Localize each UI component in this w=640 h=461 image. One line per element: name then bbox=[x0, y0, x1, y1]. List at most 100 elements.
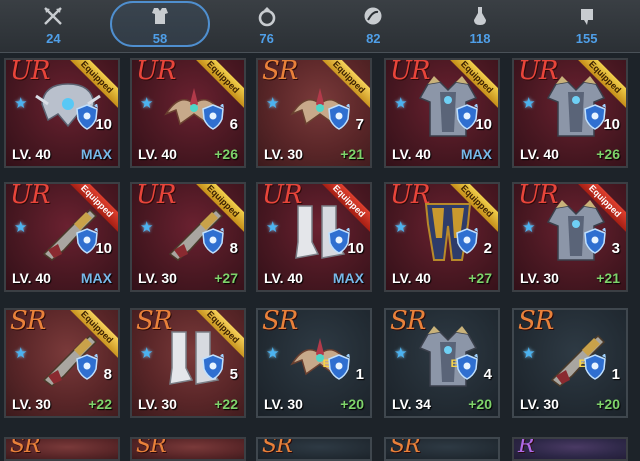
item-level: LV. 30 bbox=[138, 396, 177, 412]
equipment-card[interactable]: UR Equipped ★ 6 LV. 40 +26 bbox=[130, 58, 246, 168]
rarity-label: SR bbox=[136, 437, 167, 458]
enchant-shield-icon bbox=[202, 103, 224, 130]
tab-count: 155 bbox=[575, 31, 598, 46]
item-level: LV. 30 bbox=[520, 270, 559, 286]
tab-count: 24 bbox=[46, 31, 61, 46]
enchant-level: 10 bbox=[347, 240, 364, 257]
star-icon: ★ bbox=[140, 345, 154, 362]
star-icon: ★ bbox=[266, 219, 280, 236]
star-icon: ★ bbox=[14, 345, 28, 362]
star-icon: ★ bbox=[522, 345, 536, 362]
star-icon: ★ bbox=[140, 95, 154, 112]
upgrade-bonus: +22 bbox=[214, 396, 238, 412]
item-level: LV. 30 bbox=[264, 146, 303, 162]
orb-icon bbox=[362, 5, 384, 27]
equipment-card-partial[interactable]: SR bbox=[384, 437, 500, 461]
enchant-shield-icon bbox=[584, 227, 606, 254]
enchant-level: 10 bbox=[95, 116, 112, 133]
enchant-level: 6 bbox=[229, 116, 238, 133]
star-icon: ★ bbox=[266, 345, 280, 362]
equipment-card[interactable]: UR Equipped ★ 10 LV. 40 MAX bbox=[4, 58, 120, 168]
item-level: LV. 40 bbox=[392, 146, 431, 162]
enchant-shield-icon bbox=[202, 227, 224, 254]
enchant-level: 8 bbox=[229, 240, 238, 257]
enchant-shield-icon bbox=[328, 353, 350, 380]
star-icon: ★ bbox=[522, 219, 536, 236]
crossed-swords-icon bbox=[42, 5, 64, 27]
item-level: LV. 30 bbox=[520, 396, 559, 412]
equipment-card[interactable]: UR Equipped ★ 10 LV. 40 +26 bbox=[512, 58, 628, 168]
enchant-level: 4 bbox=[483, 366, 492, 383]
rarity-label: SR bbox=[10, 437, 41, 458]
enchant-level: 2 bbox=[483, 240, 492, 257]
star-icon: ★ bbox=[266, 95, 280, 112]
upgrade-bonus: +27 bbox=[468, 270, 492, 286]
item-level: LV. 30 bbox=[138, 270, 177, 286]
item-level: LV. 40 bbox=[138, 146, 177, 162]
item-level: LV. 40 bbox=[520, 146, 559, 162]
upgrade-bonus: MAX bbox=[460, 146, 492, 162]
enchant-shield-icon bbox=[328, 103, 350, 130]
item-level: LV. 40 bbox=[12, 270, 51, 286]
enchant-level: 1 bbox=[611, 366, 620, 383]
tab-count: 118 bbox=[469, 31, 491, 46]
enchant-level: 7 bbox=[355, 116, 364, 133]
item-level: LV. 30 bbox=[12, 396, 51, 412]
equipment-card[interactable]: SR Equipped ★ 7 LV. 30 +21 bbox=[256, 58, 372, 168]
equipment-card[interactable]: UR Equipped ★ 2 LV. 40 +27 bbox=[384, 182, 500, 292]
upgrade-bonus: +26 bbox=[214, 146, 238, 162]
enchant-level: 10 bbox=[475, 116, 492, 133]
upgrade-bonus: +26 bbox=[596, 146, 620, 162]
equipment-card-partial[interactable]: SR bbox=[130, 437, 246, 461]
upgrade-bonus: MAX bbox=[80, 146, 112, 162]
upgrade-bonus: MAX bbox=[332, 270, 364, 286]
star-icon: ★ bbox=[14, 95, 28, 112]
rarity-label: SR bbox=[262, 437, 293, 458]
equipment-card[interactable]: UR Equipped ★ 10 LV. 40 MAX bbox=[256, 182, 372, 292]
equipment-card[interactable]: UR Equipped ★ 10 LV. 40 MAX bbox=[4, 182, 120, 292]
upgrade-bonus: +20 bbox=[340, 396, 364, 412]
tab-count: 82 bbox=[366, 31, 381, 46]
item-level: LV. 30 bbox=[264, 396, 303, 412]
upgrade-bonus: +21 bbox=[340, 146, 364, 162]
enchant-level: 8 bbox=[103, 366, 112, 383]
potion-tab[interactable]: 118 bbox=[427, 0, 534, 52]
equipment-card-partial[interactable]: SR bbox=[256, 437, 372, 461]
equipment-card[interactable]: UR Equipped ★ 10 LV. 40 MAX bbox=[384, 58, 500, 168]
enchant-level: 1 bbox=[355, 366, 364, 383]
armor-tab[interactable]: 58 bbox=[107, 0, 214, 52]
enchant-level: 10 bbox=[603, 116, 620, 133]
equipment-card[interactable]: UR Equipped ★ 3 LV. 30 +21 bbox=[512, 182, 628, 292]
equipment-card[interactable]: SR Equipped ★ 5 LV. 30 +22 bbox=[130, 308, 246, 418]
star-icon: ★ bbox=[140, 219, 154, 236]
equipment-card[interactable]: SR ★ E 1 LV. 30 +20 bbox=[256, 308, 372, 418]
equipment-card[interactable]: UR Equipped ★ 8 LV. 30 +27 bbox=[130, 182, 246, 292]
star-icon: ★ bbox=[522, 95, 536, 112]
armor-icon bbox=[149, 5, 171, 27]
potion-icon bbox=[469, 5, 491, 27]
ring-icon bbox=[256, 5, 278, 27]
enchant-shield-icon bbox=[456, 227, 478, 254]
enchant-shield-icon bbox=[584, 353, 606, 380]
upgrade-bonus: +20 bbox=[596, 396, 620, 412]
enchant-level: 3 bbox=[611, 240, 620, 257]
star-icon: ★ bbox=[394, 219, 408, 236]
weapon-tab[interactable]: 24 bbox=[0, 0, 107, 52]
tab-count: 58 bbox=[152, 31, 168, 46]
item-level: LV. 34 bbox=[392, 396, 431, 412]
tab-count: 76 bbox=[259, 31, 274, 46]
scroll-icon bbox=[576, 5, 598, 27]
ring-tab[interactable]: 76 bbox=[213, 0, 320, 52]
equipment-card[interactable]: SR ★ E 4 LV. 34 +20 bbox=[384, 308, 500, 418]
enchant-shield-icon bbox=[456, 353, 478, 380]
scroll-tab[interactable]: 155 bbox=[533, 0, 640, 52]
equipment-card[interactable]: SR ★ E 1 LV. 30 +20 bbox=[512, 308, 628, 418]
orb-tab[interactable]: 82 bbox=[320, 0, 427, 52]
item-level: LV. 40 bbox=[264, 270, 303, 286]
upgrade-bonus: +20 bbox=[468, 396, 492, 412]
equipment-card[interactable]: SR Equipped ★ 8 LV. 30 +22 bbox=[4, 308, 120, 418]
equipment-card-partial[interactable]: SR bbox=[4, 437, 120, 461]
enchant-shield-icon bbox=[76, 353, 98, 380]
rarity-label: SR bbox=[390, 437, 421, 458]
equipment-card-partial[interactable]: R bbox=[512, 437, 628, 461]
